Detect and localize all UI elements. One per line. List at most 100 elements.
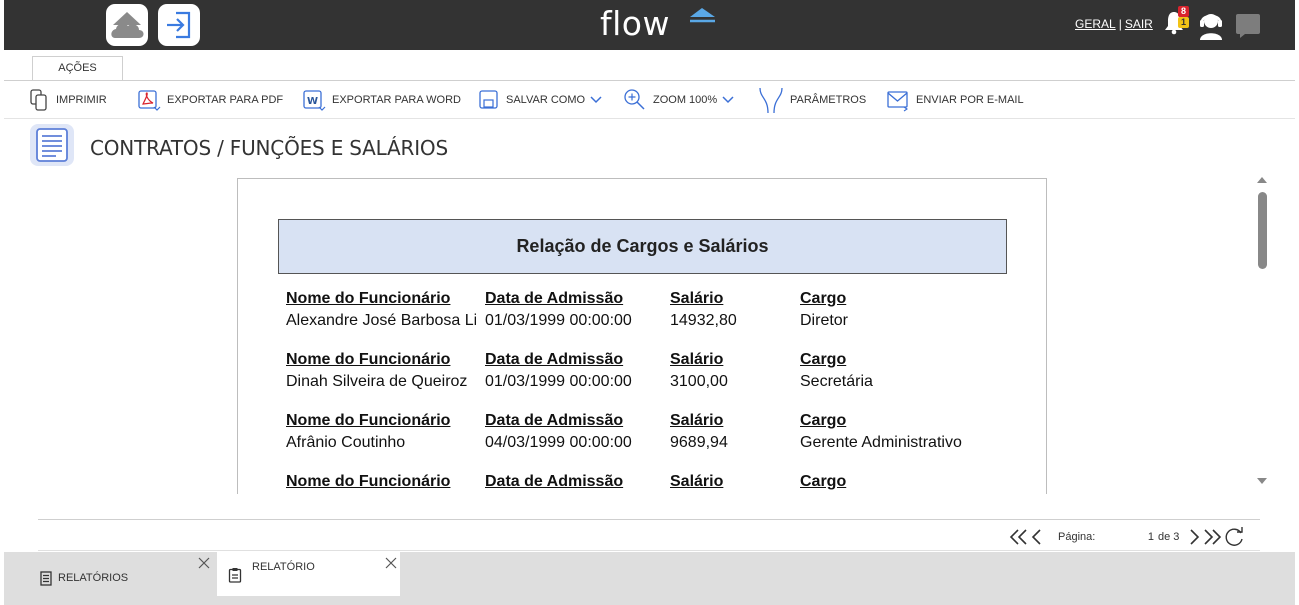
salary-header: Salário [670,351,724,368]
save-as-button[interactable]: SALVAR COMO [478,82,602,118]
refresh-icon [1225,527,1244,546]
tab-divider [4,80,1295,81]
prev-page-button[interactable] [1030,528,1044,546]
pdf-icon [138,90,161,111]
chat-icon[interactable] [1235,13,1261,39]
employee-record: Nome do Funcionário Data de Admissão Sal… [286,290,1006,340]
page-title: CONTRATOS / FUNÇÕES E SALÁRIOS [90,136,448,160]
zoom-button[interactable]: ZOOM 100% [623,82,734,118]
close-icon[interactable] [198,557,210,569]
bottom-divider [38,550,1260,551]
parameters-fork-icon [759,87,783,114]
admission-header: Data de Admissão [485,290,624,307]
salary-value: 3100,00 [670,373,728,390]
role-value: Diretor [800,312,849,329]
word-icon: W [303,90,326,111]
employee-record: Nome do Funcionário Data de Admissão Sal… [286,351,1006,401]
salary-header: Salário [670,412,724,429]
geral-link[interactable]: GERAL [1075,17,1116,31]
sair-link[interactable]: SAIR [1125,17,1153,31]
export-pdf-button[interactable]: EXPORTAR PARA PDF [137,82,283,118]
double-chevron-left-icon [1009,529,1027,545]
refresh-button[interactable] [1223,526,1245,548]
copy-print-icon [30,89,47,111]
pagination: Página: 1 de 3 [1008,524,1245,550]
scrollbar-thumb[interactable] [1258,192,1267,269]
admission-date: 01/03/1999 00:00:00 [485,312,632,329]
salary-value: 9689,94 [670,434,728,451]
links-separator: | [1118,17,1122,31]
tab-relatorio-label: RELATÓRIO [252,561,315,573]
page-total: de 3 [1158,531,1180,543]
report-title: Relação de Cargos e Salários [516,236,769,256]
home-cloud-button[interactable] [106,4,148,46]
employee-name: Afrânio Coutinho [286,434,406,451]
name-header: Nome do Funcionário [286,473,451,490]
salary-header: Salário [670,473,724,490]
toolbar-divider [4,118,1295,119]
clipboard-icon [228,568,242,583]
email-icon [887,91,908,112]
first-page-button[interactable] [1008,528,1030,546]
chevron-down-icon [590,96,602,104]
chevron-left-icon [1031,529,1041,545]
next-page-button[interactable] [1187,528,1201,546]
print-button[interactable]: IMPRIMIR [30,82,107,118]
current-page[interactable]: 1 [1106,531,1158,543]
login-button[interactable] [158,4,200,46]
login-arrow-icon [167,11,191,39]
document-lines-icon [36,128,68,162]
toolbar: IMPRIMIR EXPORTAR PARA PDF W EXPORTAR PA… [0,82,1299,118]
notification-badge-yellow: 1 [1178,17,1189,28]
support-agent-icon[interactable] [1197,10,1225,40]
flow-logo: flow [600,4,670,43]
header-links: GERAL | SAIR [1075,17,1153,31]
employee-name: Alexandre José Barbosa Lima Sobrinho [286,312,476,329]
zoom-label: ZOOM 100% [653,94,718,106]
salary-header: Salário [670,290,724,307]
admission-header: Data de Admissão [485,351,624,368]
tab-relatorio[interactable]: RELATÓRIO [217,552,400,596]
report-viewer[interactable]: Relação de Cargos e Salários Nome do Fun… [237,178,1047,494]
role-header: Cargo [800,290,847,307]
name-header: Nome do Funcionário [286,351,451,368]
tab-relatorios[interactable]: RELATÓRIOS [30,552,216,596]
double-chevron-right-icon [1204,529,1222,545]
page-label: Página: [1058,531,1096,543]
name-header: Nome do Funcionário [286,412,451,429]
role-value: Gerente Administrativo [800,434,962,451]
save-icon [479,90,498,109]
chevron-down-icon [722,96,734,104]
name-header: Nome do Funcionário [286,290,451,307]
admission-date: 04/03/1999 00:00:00 [485,434,632,451]
admission-header: Data de Admissão [485,473,624,490]
svg-text:W: W [307,96,318,107]
admission-date: 01/03/1999 00:00:00 [485,373,632,390]
admission-header: Data de Admissão [485,412,624,429]
employee-record: Nome do Funcionário Data de Admissão Sal… [286,412,1006,462]
print-label: IMPRIMIR [56,94,107,106]
tab-actions[interactable]: AÇÕES [32,56,123,81]
role-header: Cargo [800,473,847,490]
export-pdf-label: EXPORTAR PARA PDF [167,94,284,106]
role-header: Cargo [800,412,847,429]
employee-record: Nome do Funcionário Data de Admissão Sal… [286,473,1006,494]
scroll-down-arrow-icon[interactable] [1257,477,1267,485]
scroll-up-arrow-icon[interactable] [1257,176,1267,184]
last-page-button[interactable] [1201,528,1223,546]
employee-name: Dinah Silveira de Queiroz [286,373,468,390]
home-cloud-icon [111,12,144,38]
save-as-label: SALVAR COMO [506,94,586,106]
list-document-icon [40,571,52,586]
report-title-box: Relação de Cargos e Salários [278,219,1007,274]
send-email-button[interactable]: ENVIAR POR E-MAIL [886,82,1024,118]
export-word-button[interactable]: W EXPORTAR PARA WORD [302,82,461,118]
role-value: Secretária [800,373,873,390]
notification-badge-red: 8 [1178,6,1189,17]
parameters-label: PARÂMETROS [790,94,867,106]
email-label: ENVIAR POR E-MAIL [916,94,1024,106]
parameters-button[interactable]: PARÂMETROS [758,82,866,118]
tab-relatorios-label: RELATÓRIOS [58,572,129,584]
zoom-icon [624,89,645,110]
close-icon[interactable] [385,557,397,569]
